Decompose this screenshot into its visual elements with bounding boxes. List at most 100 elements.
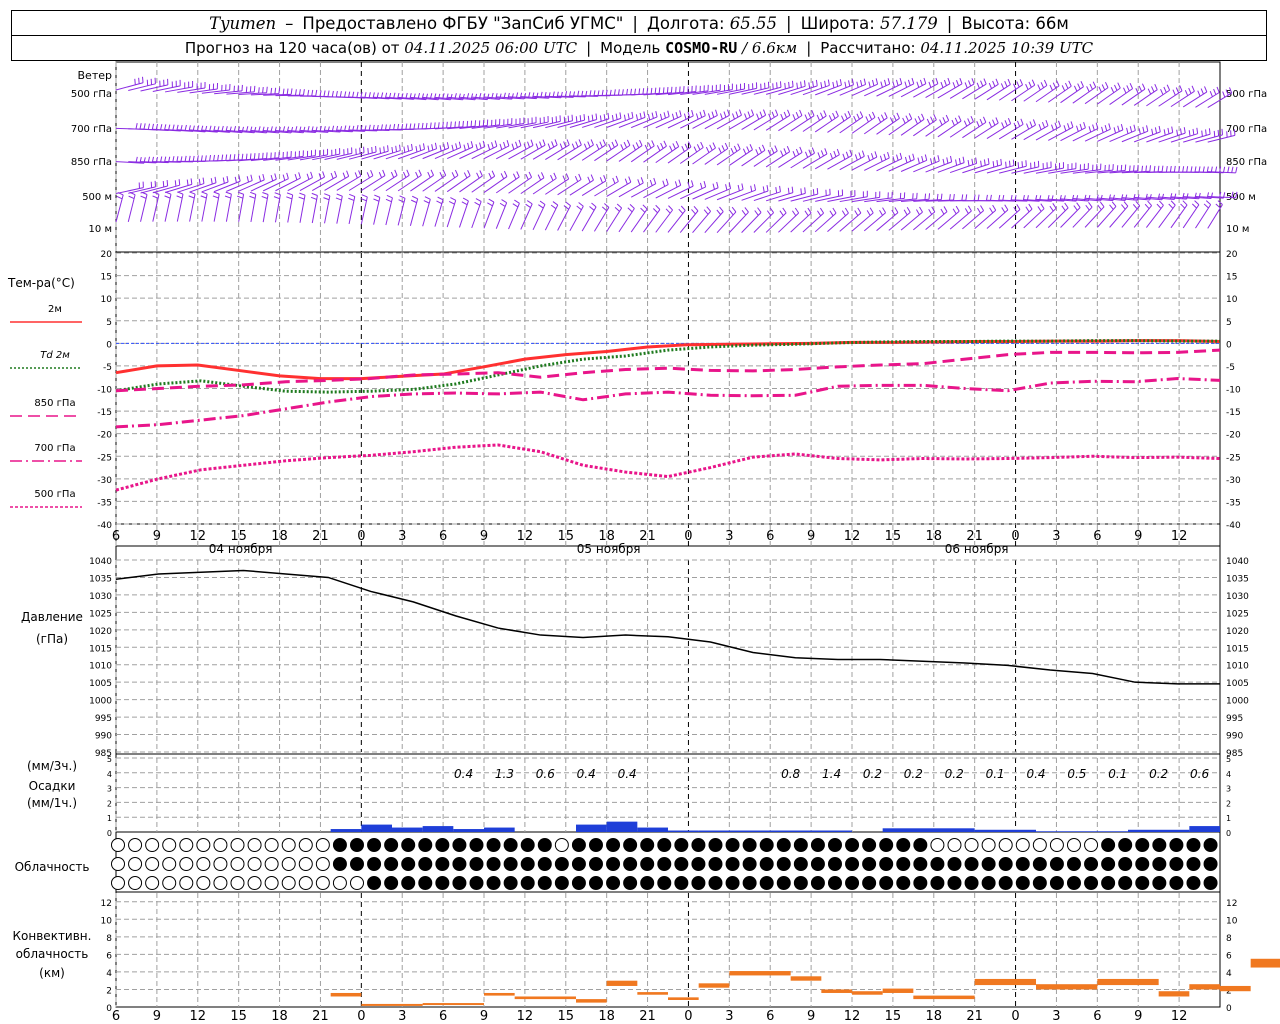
wind-barb-flag <box>1108 123 1111 130</box>
wind-barb-flag <box>914 118 918 125</box>
wind-barb-flag <box>245 86 248 93</box>
temp-axis-label: Тем-ра(°C) <box>7 276 75 290</box>
cloud-circle <box>1135 876 1150 890</box>
cloud-circle <box>179 838 194 852</box>
wind-barb-flag <box>590 174 594 181</box>
wind-barb-flag <box>791 80 794 87</box>
wind-barb-flag <box>286 196 293 200</box>
cloud-circle <box>1049 876 1064 890</box>
wind-barb <box>1023 167 1052 174</box>
wind-barb-flag <box>992 80 996 87</box>
wind-barb <box>827 212 849 232</box>
wind-barb <box>741 114 766 130</box>
wind-barb <box>900 211 923 231</box>
wind-barb-flag <box>723 111 727 118</box>
wind-level-label: 700 гПа <box>71 124 112 135</box>
wind-barb-flag <box>671 113 675 120</box>
wind-barb <box>544 204 559 231</box>
conv-layer <box>576 999 607 1003</box>
cloud-circle <box>111 876 125 890</box>
wind-barb-flag <box>775 109 779 116</box>
wind-barb-flag <box>612 177 616 184</box>
x-tick-label: 15 <box>558 529 575 544</box>
wind-barb-flag <box>538 204 544 209</box>
conv-layer <box>637 992 668 995</box>
wind-barb-flag <box>924 193 927 200</box>
wind-barb-flag <box>639 112 642 119</box>
wind-barb-flag <box>518 139 522 146</box>
wind-barb-flag <box>398 199 405 203</box>
wind-barb-flag <box>955 159 958 166</box>
wind-barb-flag <box>700 141 704 148</box>
wind-barb-flag <box>565 173 570 180</box>
cloud-circle <box>1152 857 1167 871</box>
wind-barb-flag <box>437 196 444 201</box>
cloud-circle <box>247 838 262 852</box>
wind-barb-flag <box>590 139 594 146</box>
wind-barb-flag <box>499 202 506 207</box>
cloud-circle <box>384 838 399 852</box>
wind-barb-flag <box>209 154 212 162</box>
wind-barb-flag <box>540 172 545 179</box>
wind-barb-flag <box>462 120 464 127</box>
temp-tick-left: 0 <box>106 340 112 350</box>
wind-barb-flag <box>425 122 428 129</box>
wind-barb-flag <box>1190 166 1193 173</box>
wind-barb-flag <box>412 195 418 200</box>
cloud-circle <box>281 857 296 871</box>
x-tick-label-bottom: 9 <box>1134 1009 1142 1024</box>
wind-barb <box>581 180 607 197</box>
wind-barb-flag <box>450 121 452 128</box>
conv-layer <box>821 989 852 993</box>
wind-barb-flag <box>334 170 338 177</box>
cloud-circle <box>742 857 757 871</box>
wind-barb-flag <box>820 82 823 89</box>
wind-barb-flag <box>166 179 169 187</box>
wind-barb-flag <box>253 153 256 160</box>
wind-barb-flag <box>1000 158 1002 165</box>
wind-barb-flag <box>1017 120 1021 127</box>
precip-total-label: 0.4 <box>577 767 596 781</box>
cloud-circle <box>1049 857 1064 871</box>
cloud-circle <box>640 876 655 890</box>
x-tick-label-bottom: 18 <box>271 1009 288 1024</box>
cloud-circle <box>1169 838 1184 852</box>
cloud-circle <box>1084 838 1099 852</box>
temp-tick-left: -30 <box>97 476 112 486</box>
cloud-circle <box>367 857 382 871</box>
wind-barb-flag <box>446 121 448 128</box>
wind-barb <box>1023 125 1049 141</box>
wind-barb-flag <box>629 204 635 209</box>
wind-barb-flag <box>1067 123 1070 130</box>
wind-barb <box>483 201 495 229</box>
wind-barb-flag <box>135 123 138 130</box>
wind-level-label: 10 м <box>89 224 112 235</box>
wind-barb-flag <box>294 89 297 96</box>
wind-barb <box>532 144 558 160</box>
wind-barb <box>483 145 510 160</box>
wind-barb-flag <box>741 183 744 190</box>
cloud-circle <box>418 857 433 871</box>
wind-barb-flag <box>942 117 946 123</box>
wind-barb <box>876 158 902 172</box>
conv-unit: (км) <box>39 966 65 980</box>
wind-barb-flag <box>623 114 626 121</box>
wind-barb-flag <box>718 147 722 154</box>
temp-tick-right: 10 <box>1226 295 1238 305</box>
wind-barb <box>422 199 431 227</box>
wind-barb-flag <box>378 171 383 178</box>
conv-tick-right: 12 <box>1226 899 1237 909</box>
wind-barb <box>1035 207 1057 229</box>
wind-barb-flag <box>703 109 706 116</box>
cloud-circle <box>691 876 706 890</box>
wind-barb <box>201 193 208 222</box>
wind-barb-flag <box>439 145 442 152</box>
wind-barb-flag <box>626 139 631 146</box>
x-tick-label: 6 <box>766 529 774 544</box>
wind-barb-flag <box>958 115 962 122</box>
wind-barb-flag <box>576 205 582 211</box>
wind-barb <box>606 207 623 232</box>
wind-barb <box>409 198 419 226</box>
wind-barb-flag <box>1137 164 1139 171</box>
wind-barb <box>667 185 694 199</box>
